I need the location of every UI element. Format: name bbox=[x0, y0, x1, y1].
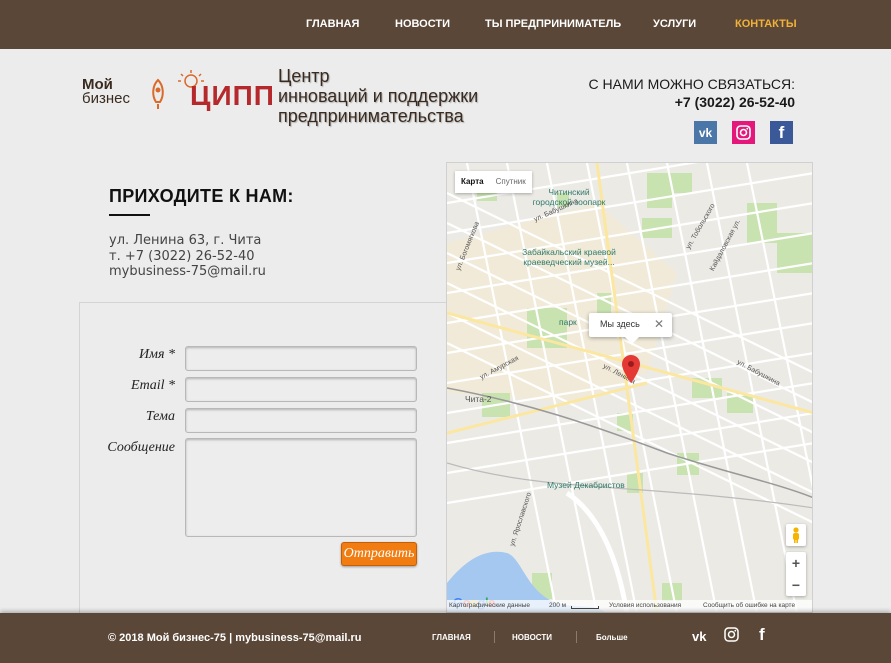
nav-item-news[interactable]: НОВОСТИ bbox=[395, 18, 450, 30]
phone-text: т. +7 (3022) 26-52-40 bbox=[109, 248, 255, 264]
map-report-link[interactable]: Сообщить об ошибке на карте bbox=[703, 602, 795, 609]
name-label: Имя * bbox=[138, 347, 175, 362]
email-text[interactable]: mybusiness-75@mail.ru bbox=[109, 264, 266, 280]
footer-link-home[interactable]: ГЛАВНАЯ bbox=[432, 633, 471, 642]
contact-phone[interactable]: +7 (3022) 26-52-40 bbox=[589, 93, 795, 111]
header-contact: С НАМИ МОЖНО СВЯЗАТЬСЯ: +7 (3022) 26-52-… bbox=[589, 76, 795, 111]
close-icon[interactable]: ✕ bbox=[654, 317, 664, 331]
name-field[interactable] bbox=[185, 346, 417, 371]
send-button[interactable]: Отправить bbox=[341, 542, 417, 566]
poi-park: парк bbox=[559, 317, 577, 327]
poi-museum: Забайкальский краевой краеведческий музе… bbox=[522, 247, 616, 267]
instagram-icon[interactable] bbox=[724, 627, 739, 645]
logo-text-cipp: ЦИПП bbox=[190, 80, 275, 111]
subject-field[interactable] bbox=[185, 408, 417, 433]
vk-icon[interactable]: vk bbox=[692, 629, 706, 644]
map-scale[interactable]: 200 м bbox=[549, 602, 566, 609]
zoom-in-button[interactable]: + bbox=[786, 552, 806, 574]
map-data-link[interactable]: Картографические данные bbox=[449, 602, 530, 609]
tagline-line: инноваций и поддержки bbox=[278, 86, 479, 106]
nav-item-services[interactable]: УСЛУГИ bbox=[653, 18, 696, 30]
footer-link-news[interactable]: НОВОСТИ bbox=[512, 633, 552, 642]
contact-label: С НАМИ МОЖНО СВЯЗАТЬСЯ: bbox=[588, 76, 795, 92]
poi-chita2: Чита-2 bbox=[465, 394, 492, 404]
heading-underline bbox=[109, 214, 150, 216]
map-type-map[interactable]: Карта bbox=[455, 171, 490, 193]
footer-copyright: © 2018 Мой бизнес-75 | mybusiness-75@mai… bbox=[108, 632, 362, 644]
zoom-control: + − bbox=[786, 552, 806, 596]
scale-bar bbox=[571, 606, 599, 609]
footer-divider bbox=[576, 631, 577, 643]
map-footer: Картографические данные 200 м Условия ис… bbox=[447, 600, 812, 612]
rocket-icon bbox=[152, 78, 164, 109]
nav-item-home[interactable]: ГЛАВНАЯ bbox=[306, 18, 359, 30]
footer-divider bbox=[494, 631, 495, 643]
message-field[interactable] bbox=[185, 438, 417, 537]
poi-decembrists-museum: Музей Декабристов bbox=[547, 480, 625, 490]
instagram-icon[interactable] bbox=[732, 121, 755, 144]
site-footer: © 2018 Мой бизнес-75 | mybusiness-75@mai… bbox=[0, 613, 891, 663]
nav-item-entrepreneur[interactable]: ТЫ ПРЕДПРИНИМАТЕЛЬ bbox=[485, 18, 621, 30]
map-pin-icon[interactable] bbox=[622, 355, 640, 383]
visit-heading: ПРИХОДИТЕ К НАМ: bbox=[109, 186, 294, 206]
zoom-out-button[interactable]: − bbox=[786, 574, 806, 596]
facebook-icon[interactable]: f bbox=[770, 121, 793, 144]
pegman-icon[interactable] bbox=[786, 524, 806, 546]
contact-info: ул. Ленина 63, г. Чита т. +7 (3022) 26-5… bbox=[109, 233, 266, 280]
facebook-icon[interactable]: f bbox=[759, 625, 765, 645]
google-map[interactable]: Карта Спутник Читинский городской зоопар… bbox=[446, 162, 813, 613]
site-logo[interactable]: Мой бизнес ЦИПП bbox=[82, 68, 275, 124]
email-field[interactable] bbox=[185, 377, 417, 402]
address-text: ул. Ленина 63, г. Чита bbox=[109, 233, 262, 248]
map-canvas bbox=[447, 163, 812, 612]
tagline-line: предпринимательства bbox=[278, 106, 464, 126]
subject-label: Тема bbox=[145, 409, 175, 424]
logo-text-biznes: бизнес bbox=[82, 90, 130, 107]
footer-link-more[interactable]: Больше bbox=[596, 633, 628, 642]
nav-item-contacts[interactable]: КОНТАКТЫ bbox=[735, 18, 797, 30]
message-label: Сообщение bbox=[107, 440, 175, 455]
vk-icon[interactable]: vk bbox=[694, 121, 717, 144]
tagline-line: Центр bbox=[278, 66, 330, 86]
map-info-popup: Мы здесь ✕ bbox=[589, 313, 672, 344]
site-tagline: Центр инноваций и поддержки предпринимат… bbox=[278, 66, 478, 126]
email-label: Email * bbox=[131, 378, 175, 393]
popup-text: Мы здесь bbox=[600, 319, 640, 329]
top-nav: ГЛАВНАЯ НОВОСТИ ТЫ ПРЕДПРИНИМАТЕЛЬ УСЛУГ… bbox=[0, 0, 891, 49]
map-terms-link[interactable]: Условия использования bbox=[609, 602, 681, 609]
